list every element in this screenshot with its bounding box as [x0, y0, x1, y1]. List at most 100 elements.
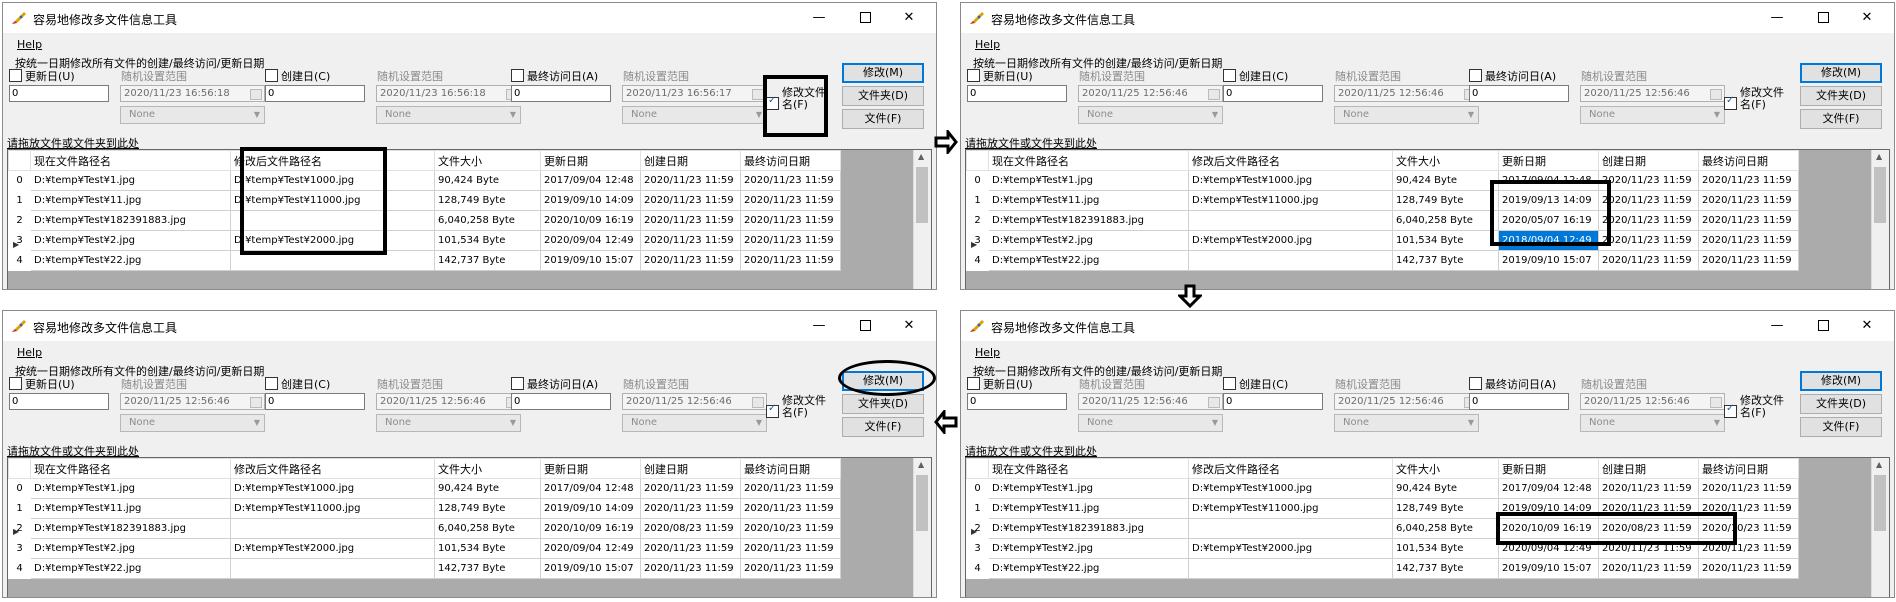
datetime-picker[interactable]: 2020/11/25 12:56:46	[1334, 85, 1479, 102]
table-cell[interactable]: 2017/09/04 12:48	[1498, 478, 1599, 499]
checkbox-rename[interactable]	[1724, 403, 1737, 418]
offset-input[interactable]: 0	[967, 393, 1067, 410]
table-cell[interactable]: 128,749 Byte	[434, 498, 541, 519]
table-cell[interactable]: 2020/11/23 11:59	[640, 538, 741, 559]
datetime-picker[interactable]: 2020/11/25 12:56:46	[1334, 393, 1479, 410]
table-row[interactable]: 0 D:¥temp¥Test¥1.jpg D:¥temp¥Test¥1000.jpg…	[966, 478, 1799, 499]
table-cell[interactable]: 2020/11/23 11:59	[1598, 250, 1699, 271]
column-header[interactable]: 修改后文件路径名	[1188, 458, 1393, 479]
table-cell[interactable]: 128,749 Byte	[1392, 498, 1499, 519]
table-cell[interactable]: D:¥temp¥Test¥22.jpg	[988, 558, 1189, 579]
table-cell[interactable]: D:¥temp¥Test¥182391883.jpg	[30, 518, 231, 539]
range-select[interactable]: None ▼	[1334, 106, 1479, 124]
table-cell[interactable]: D:¥temp¥Test¥1.jpg	[988, 170, 1189, 191]
scroll-thumb[interactable]	[1874, 475, 1886, 531]
modify-button[interactable]: 修改(M)	[842, 63, 924, 83]
table-cell[interactable]: 2017/09/04 12:48	[540, 478, 641, 499]
table-row[interactable]: 1 D:¥temp¥Test¥11.jpg D:¥temp¥Test¥11000.j…	[8, 190, 841, 211]
minimize-icon[interactable]: —	[1754, 315, 1800, 337]
table-cell[interactable]: 2020/11/23 11:59	[640, 190, 741, 211]
table-cell[interactable]: 2020/11/23 11:59	[1598, 170, 1699, 191]
checkbox-create[interactable]	[265, 377, 278, 390]
table-cell[interactable]: 2020/08/23 11:59	[640, 518, 741, 539]
maximize-icon[interactable]	[1800, 315, 1846, 337]
checkbox-access[interactable]	[1469, 69, 1482, 82]
column-header[interactable]: 现在文件路径名	[30, 150, 231, 171]
datetime-picker[interactable]: 2020/11/23 16:56:18	[376, 85, 521, 102]
table-cell[interactable]: 90,424 Byte	[434, 170, 541, 191]
range-select[interactable]: None ▼	[1580, 414, 1725, 432]
table-cell[interactable]: 2020/10/09 16:19	[540, 518, 641, 539]
table-cell[interactable]: D:¥temp¥Test¥1.jpg	[988, 478, 1189, 499]
range-select[interactable]: None ▼	[622, 106, 767, 124]
scroll-thumb[interactable]	[916, 167, 928, 223]
offset-input[interactable]: 0	[1223, 393, 1323, 410]
column-header[interactable]: 文件大小	[434, 458, 541, 479]
vertical-scrollbar[interactable]: ▲	[1871, 458, 1889, 597]
file-grid[interactable]: 现在文件路径名 修改后文件路径名 文件大小 更新日期 创建日期 最终访问日期 0 D:¥tem…	[7, 457, 932, 597]
table-cell[interactable]: 90,424 Byte	[1392, 478, 1499, 499]
file-button[interactable]: 文件(F)	[1800, 109, 1882, 129]
checkbox-create[interactable]	[265, 69, 278, 82]
close-icon[interactable]: ✕	[886, 7, 932, 29]
table-row[interactable]: 0 D:¥temp¥Test¥1.jpg D:¥temp¥Test¥1000.jpg…	[8, 170, 841, 191]
offset-input[interactable]: 0	[9, 393, 109, 410]
table-cell[interactable]: D:¥temp¥Test¥11.jpg	[30, 498, 231, 519]
table-cell[interactable]: 2020/11/23 11:59	[740, 478, 841, 499]
table-cell[interactable]: 2019/09/10 14:09	[540, 190, 641, 211]
table-cell[interactable]: 2020/11/23 11:59	[740, 190, 841, 211]
table-cell[interactable]: 2020/11/23 11:59	[740, 210, 841, 231]
table-cell[interactable]: 2019/09/10 15:07	[1498, 250, 1599, 271]
table-cell[interactable]: 142,737 Byte	[1392, 558, 1499, 579]
file-button[interactable]: 文件(F)	[842, 109, 924, 129]
table-row[interactable]: 4 D:¥temp¥Test¥22.jpg 142,737 Byte 2019/09/…	[966, 250, 1799, 271]
checkbox-create[interactable]	[1223, 377, 1236, 390]
table-cell[interactable]: D:¥temp¥Test¥11000.jpg	[230, 498, 435, 519]
datetime-picker[interactable]: 2020/11/23 16:56:17	[622, 85, 767, 102]
file-button[interactable]: 文件(F)	[1800, 417, 1882, 437]
table-cell[interactable]: D:¥temp¥Test¥2.jpg	[988, 538, 1189, 559]
column-header[interactable]: 修改后文件路径名	[1188, 150, 1393, 171]
table-cell[interactable]: D:¥temp¥Test¥11.jpg	[30, 190, 231, 211]
column-header[interactable]: 文件大小	[1392, 458, 1499, 479]
table-row[interactable]: 3 D:¥temp¥Test¥2.jpg D:¥temp¥Test¥2000.jpg…	[8, 230, 841, 251]
table-cell[interactable]: 101,534 Byte	[434, 538, 541, 559]
table-row[interactable]: 0 D:¥temp¥Test¥1.jpg D:¥temp¥Test¥1000.jpg…	[966, 170, 1799, 191]
table-cell[interactable]: 6,040,258 Byte	[434, 210, 541, 231]
scroll-up-icon[interactable]: ▲	[918, 152, 924, 161]
table-cell[interactable]: 2020/11/23 11:59	[740, 230, 841, 251]
column-header[interactable]: 更新日期	[1498, 150, 1599, 171]
column-header[interactable]: 最终访问日期	[740, 150, 841, 171]
checkbox-update[interactable]	[967, 377, 980, 390]
maximize-icon[interactable]	[1800, 7, 1846, 29]
table-cell[interactable]: D:¥temp¥Test¥1000.jpg	[1188, 170, 1393, 191]
column-header[interactable]: 文件大小	[1392, 150, 1499, 171]
column-header[interactable]: 更新日期	[540, 150, 641, 171]
file-grid[interactable]: 现在文件路径名 修改后文件路径名 文件大小 更新日期 创建日期 最终访问日期 0 D:¥tem…	[965, 149, 1890, 289]
range-select[interactable]: None ▼	[1078, 106, 1223, 124]
close-icon[interactable]: ✕	[886, 315, 932, 337]
table-cell[interactable]: 2020/11/23 11:59	[740, 170, 841, 191]
table-cell[interactable]: 128,749 Byte	[434, 190, 541, 211]
table-cell[interactable]: D:¥temp¥Test¥182391883.jpg	[30, 210, 231, 231]
table-cell[interactable]: 2020/11/23 11:59	[640, 558, 741, 579]
table-cell[interactable]: 2020/11/23 11:59	[740, 538, 841, 559]
table-cell[interactable]: D:¥temp¥Test¥1000.jpg	[1188, 478, 1393, 499]
offset-input[interactable]: 0	[9, 85, 109, 102]
table-cell[interactable]: 2020/11/23 11:59	[640, 498, 741, 519]
range-select[interactable]: None ▼	[120, 106, 265, 124]
datetime-picker[interactable]: 2020/11/25 12:56:46	[120, 393, 265, 410]
column-header[interactable]: 更新日期	[540, 458, 641, 479]
table-row[interactable]: 0 D:¥temp¥Test¥1.jpg D:¥temp¥Test¥1000.jpg…	[8, 478, 841, 499]
scroll-up-icon[interactable]: ▲	[918, 460, 924, 469]
table-cell[interactable]: D:¥temp¥Test¥22.jpg	[988, 250, 1189, 271]
table-cell[interactable]: 90,424 Byte	[1392, 170, 1499, 191]
column-header[interactable]: 创建日期	[640, 458, 741, 479]
table-cell[interactable]: D:¥temp¥Test¥11.jpg	[988, 190, 1189, 211]
checkbox-access[interactable]	[1469, 377, 1482, 390]
table-row[interactable]: 4 D:¥temp¥Test¥22.jpg 142,737 Byte 2019/09/…	[8, 250, 841, 271]
modify-button[interactable]: 修改(M)	[1800, 371, 1882, 391]
scroll-up-icon[interactable]: ▲	[1876, 460, 1882, 469]
table-cell[interactable]: D:¥temp¥Test¥2000.jpg	[1188, 230, 1393, 251]
table-cell[interactable]: 2020/11/23 11:59	[1598, 230, 1699, 251]
